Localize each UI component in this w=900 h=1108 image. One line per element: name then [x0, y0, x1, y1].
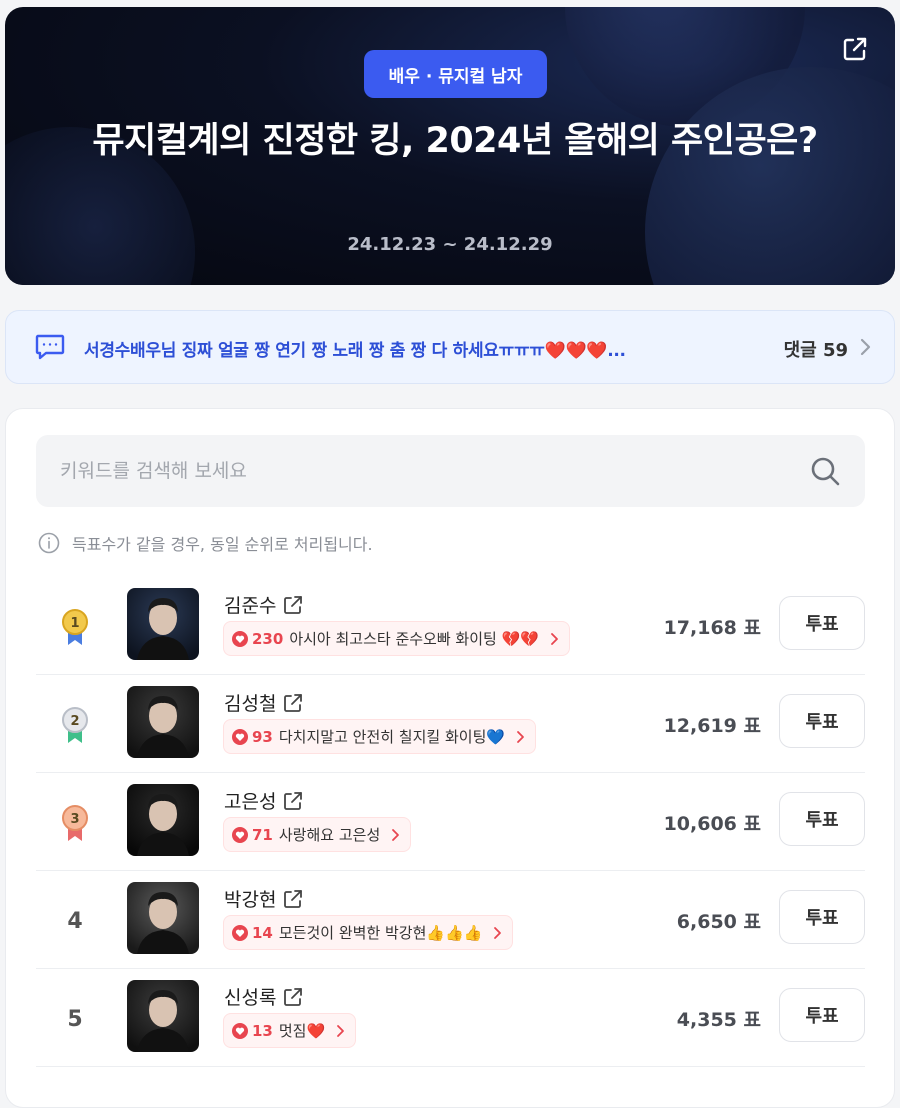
tie-notice-text: 득표수가 같을 경우, 동일 순위로 처리됩니다.: [72, 535, 373, 554]
vote-button[interactable]: 투표: [779, 694, 865, 748]
info-icon: [38, 532, 60, 554]
candidate-row: 1 김준수 230 아시아 최고스타 준수오빠 화이팅 💔💔 17,168 표 …: [36, 577, 865, 675]
cheer-count: 230: [252, 629, 284, 648]
rank-number: 3: [70, 812, 79, 827]
cheer-count: 13: [252, 1021, 273, 1040]
rank-number: 4: [67, 908, 83, 934]
candidate-row: 3 고은성 71 사랑해요 고은성 10,606 표 투표: [36, 773, 865, 871]
external-link-icon[interactable]: [282, 594, 304, 616]
external-link-icon[interactable]: [282, 888, 304, 910]
chevron-right-icon: [337, 1024, 345, 1037]
cheer-text: 멋짐❤️: [278, 1022, 326, 1040]
cheer-count: 14: [252, 923, 273, 942]
candidate-row: 5 신성록 13 멋짐❤️ 4,355 표 투표: [36, 969, 865, 1067]
chevron-right-icon: [392, 828, 400, 841]
candidate-name-link[interactable]: 김성철: [224, 689, 304, 716]
cheer-count: 93: [252, 727, 273, 746]
latest-comment-text: 서경수배우님 징짜 얼굴 짱 연기 짱 노래 짱 춤 짱 다 하세요ㅠㅠㅠ❤️❤…: [84, 341, 626, 361]
rank-medal-icon: 2: [50, 703, 100, 747]
ranking-card: 득표수가 같을 경우, 동일 순위로 처리됩니다. 1 김준수: [5, 408, 895, 1108]
avatar[interactable]: [127, 784, 199, 856]
search-box[interactable]: [36, 435, 865, 507]
candidate-name-link[interactable]: 김준수: [224, 591, 304, 618]
comment-icon: [35, 334, 65, 360]
rank-number: 2: [70, 714, 79, 729]
vote-button[interactable]: 투표: [779, 988, 865, 1042]
chevron-right-icon: [860, 338, 871, 356]
cheer-message-chip[interactable]: 13 멋짐❤️: [223, 1013, 357, 1048]
search-input[interactable]: [60, 435, 780, 507]
heart-icon: [232, 1022, 248, 1039]
heart-icon: [232, 826, 248, 843]
vote-count: 17,168 표: [663, 617, 761, 639]
avatar[interactable]: [127, 588, 199, 660]
cheer-text: 사랑해요 고은성: [278, 826, 381, 844]
external-link-icon[interactable]: [282, 986, 304, 1008]
chevron-right-icon: [494, 926, 502, 939]
candidate-name: 김준수: [224, 595, 277, 617]
tie-notice: 득표수가 같을 경우, 동일 순위로 처리됩니다.: [38, 531, 373, 555]
vote-count: 6,650 표: [676, 911, 761, 933]
heart-icon: [232, 728, 248, 745]
candidate-row: 4 박강현 14 모든것이 완벽한 박강현👍👍👍 6,650 표 투표: [36, 871, 865, 969]
avatar[interactable]: [127, 686, 199, 758]
vote-count: 4,355 표: [676, 1009, 761, 1031]
candidate-name-link[interactable]: 고은성: [224, 787, 304, 814]
rank-number: 5: [67, 1006, 83, 1032]
avatar[interactable]: [127, 980, 199, 1052]
cheer-message-chip[interactable]: 14 모든것이 완벽한 박강현👍👍👍: [223, 915, 514, 950]
chevron-right-icon: [517, 730, 524, 743]
avatar[interactable]: [127, 882, 199, 954]
candidate-name: 고은성: [224, 791, 277, 813]
candidate-name: 김성철: [224, 693, 277, 715]
external-link-icon[interactable]: [282, 790, 304, 812]
share-icon[interactable]: [841, 35, 869, 63]
candidate-name: 신성록: [224, 987, 277, 1009]
candidate-row: 2 김성철 93 다치지말고 안전히 칠지킬 화이팅�: [36, 675, 865, 773]
comment-count: 댓글 59: [783, 340, 848, 361]
page-title: 뮤지컬계의 진정한 킹, 2024년 올해의 주인공은?: [92, 121, 818, 161]
cheer-message-chip[interactable]: 71 사랑해요 고은성: [223, 817, 412, 852]
vote-period: 24.12.23 ~ 24.12.29: [347, 234, 553, 255]
rank-medal-icon: 1: [50, 605, 100, 649]
rank-medal-icon: 3: [50, 801, 100, 845]
heart-icon: [232, 924, 248, 941]
vote-count: 12,619 표: [663, 715, 761, 737]
cheer-count: 71: [252, 825, 273, 844]
cheer-message-chip[interactable]: 230 아시아 최고스타 준수오빠 화이팅 💔💔: [223, 621, 570, 656]
hero-banner: 배우 · 뮤지컬 남자 뮤지컬계의 진정한 킹, 2024년 올해의 주인공은?…: [5, 7, 895, 285]
cheer-text: 다치지말고 안전히 칠지킬 화이팅💙: [278, 728, 506, 746]
comment-preview-bar[interactable]: 서경수배우님 징짜 얼굴 짱 연기 짱 노래 짱 춤 짱 다 하세요ㅠㅠㅠ❤️❤…: [5, 310, 895, 384]
vote-count: 10,606 표: [663, 813, 761, 835]
heart-icon: [232, 630, 248, 647]
chevron-right-icon: [551, 632, 558, 645]
candidate-name: 박강현: [224, 889, 277, 911]
cheer-text: 모든것이 완벽한 박강현👍👍👍: [278, 924, 483, 942]
vote-button[interactable]: 투표: [779, 792, 865, 846]
candidate-name-link[interactable]: 신성록: [224, 983, 304, 1010]
vote-button[interactable]: 투표: [779, 596, 865, 650]
cheer-message-chip[interactable]: 93 다치지말고 안전히 칠지킬 화이팅💙: [223, 719, 537, 754]
cheer-text: 아시아 최고스타 준수오빠 화이팅 💔💔: [289, 630, 539, 648]
candidate-name-link[interactable]: 박강현: [224, 885, 304, 912]
external-link-icon[interactable]: [282, 692, 304, 714]
search-icon[interactable]: [809, 455, 841, 487]
rank-number: 1: [70, 616, 79, 631]
vote-button[interactable]: 투표: [779, 890, 865, 944]
category-badge: 배우 · 뮤지컬 남자: [364, 50, 547, 98]
